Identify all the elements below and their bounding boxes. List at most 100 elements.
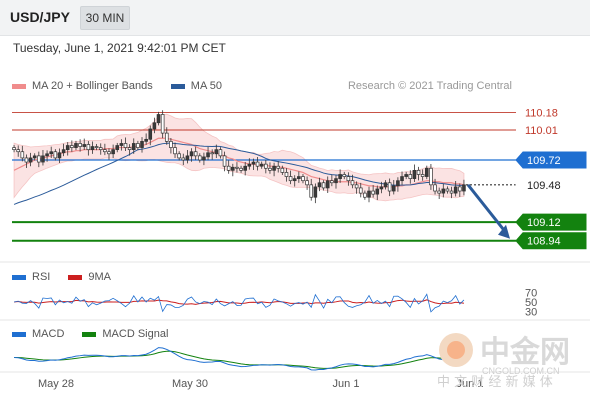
candle-body [189,151,194,157]
chart-canvas: 110.18 110.01 109.72 109.48 109.12 108.94 705… [0,107,590,390]
level-label-resistance: 110.01 [525,125,558,137]
candle-body [12,147,16,151]
candle-body [169,141,173,148]
candle-body [284,172,289,177]
candle-body [321,182,326,189]
level-tag-label-support: 109.12 [527,217,561,229]
candle-body [272,165,276,171]
level-label-resistance: 110.18 [525,107,558,119]
candle-body [346,176,351,182]
x-tick-label: May 28 [38,378,74,390]
candle-body [177,153,181,159]
candle-body [206,152,210,158]
candle-body [148,128,153,140]
candle-body [28,157,33,163]
candle-body [226,165,231,171]
candle-body [210,152,214,155]
level-tag-label-support: 108.94 [527,236,561,248]
candle-body [367,190,371,198]
candle-body [441,188,446,194]
candle-body [420,174,425,177]
macd-panel [14,347,465,371]
candle-body [37,155,41,163]
candle-body [309,184,314,198]
candle-body [429,167,433,186]
candle-body [16,149,20,153]
candle-body [160,114,165,134]
candle-body [103,149,107,153]
candle-body [437,190,441,194]
candle-body [65,145,70,151]
candle-body [107,151,111,155]
candle-body [363,192,367,198]
candle-body [264,163,268,169]
watermark-big-text: 中金网 [480,335,570,370]
candle-body [181,157,186,161]
watermark: 中金网 CNGOLD.COM.CN 中 文 财 经 新 媒 体 [437,333,570,390]
forecast-arrow-line [466,183,508,234]
candle-body [453,186,458,194]
candle-body [255,161,260,167]
watermark-small-text: 中 文 财 经 新 媒 体 [437,374,553,390]
candle-body [313,186,318,198]
candle-body [288,176,293,182]
candle-body [235,166,239,169]
candle-body [424,167,429,177]
candle-body [222,155,227,167]
candle-body [297,176,301,179]
bollinger-bands [13,113,465,202]
candle-body [276,165,281,169]
candle-body [94,146,99,148]
candle-body [140,141,144,148]
candle-body [292,178,297,182]
candle-body [20,151,25,159]
candle-body [408,174,413,179]
watermark-logo-inner-icon [447,341,465,359]
candle-body [317,182,322,188]
macd-line [14,347,465,371]
candle-body [371,190,375,195]
bollinger-band-area [13,113,465,202]
candle-body [197,155,202,161]
candle-body [61,149,66,154]
candle-body [173,147,177,155]
candle-body [57,152,62,159]
candle-body [412,169,417,179]
candle-body [301,176,305,182]
candle-body [144,138,148,142]
candle-body [433,184,437,192]
candle-body [445,188,450,192]
candle-body [379,186,384,190]
candle-body [342,174,347,177]
candle-body [218,149,223,157]
candle-body [115,145,120,151]
candle-body [214,149,219,155]
candle-body [53,151,58,159]
candle-body [70,145,74,148]
candle-body [111,149,115,155]
x-axis: May 28 May 30 Jun 1 Jun 1 [38,378,484,390]
candle-body [350,180,355,186]
candle-body [123,143,128,148]
candle-body [458,186,462,192]
candle-body [193,151,198,157]
rsi-tick-label: 30 [525,306,537,318]
candle-body [247,163,252,167]
candle-body [305,180,309,186]
candle-body [152,122,157,130]
candle-body [86,144,91,151]
candle-body [131,143,136,151]
candle-body [280,167,285,173]
candle-body [268,167,272,171]
x-tick-label: Jun 1 [333,378,360,390]
candle-body [259,163,264,167]
candle-body [74,143,78,148]
candle-body [202,156,206,161]
candle-body [338,174,342,179]
candle-body [325,180,330,189]
candle-body [41,155,45,163]
x-tick-label: May 30 [172,378,208,390]
candle-body [243,165,247,171]
candle-body [334,178,338,184]
candle-body [251,161,256,165]
